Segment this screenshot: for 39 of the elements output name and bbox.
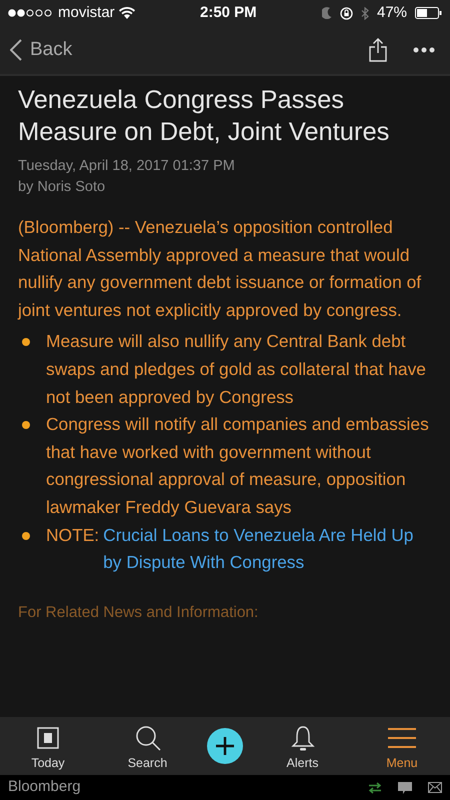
wifi-icon	[118, 7, 135, 19]
search-icon	[134, 724, 160, 751]
add-button[interactable]	[207, 728, 243, 764]
swap-arrows-icon	[368, 782, 382, 794]
rotation-lock-icon	[340, 6, 353, 20]
envelope-icon	[428, 782, 442, 793]
bullet-text: NOTE:	[46, 524, 100, 547]
battery-percent: 47%	[376, 2, 408, 23]
chevron-icon	[10, 39, 22, 61]
related-heading: For Related News and Information:	[18, 602, 260, 623]
tab-button[interactable]: Alerts	[262, 720, 342, 772]
share-button[interactable]	[368, 36, 388, 64]
article-paragraph: (Bloomberg) -- Venezuela’s opposition controlled National Assembly approved a measure that would nullify any government debt issuance or formation of joint ventures not explicitly approved by congress.	[18, 216, 422, 322]
battery-icon	[415, 7, 442, 19]
article-link[interactable]: Crucial Loans to Venezuela Are Held Up by Dispute With Congress	[103, 522, 432, 577]
bullet-text: Measure will also nullify any Central Bank debt swaps and pledges of gold as collateral that have not been approved by Congress	[46, 330, 427, 409]
menu-icon	[388, 728, 416, 748]
bullet-icon	[22, 421, 30, 430]
b-logo-icon	[37, 726, 59, 749]
more-icon	[413, 46, 435, 53]
plus-icon	[215, 736, 235, 756]
article-title: Venezuela Congress Passes Measure on Debt, Joint Ventures	[18, 85, 390, 148]
bluetooth-icon	[360, 6, 369, 20]
carrier-name: movistar	[58, 2, 115, 23]
article-byline: by Noris Soto	[18, 178, 106, 197]
share-icon	[369, 38, 387, 62]
bullet-icon	[22, 338, 30, 346]
moon-icon	[322, 7, 332, 19]
status-time: 2:50 PM	[200, 2, 257, 23]
bullet-text: Congress will notify all companies and embassies that have worked with government without congressional approval of measure, opposition lawmaker Freddy Guevara says	[46, 413, 430, 519]
bullet-icon	[22, 532, 30, 540]
tab-button[interactable]: Search	[108, 720, 188, 772]
tab-button[interactable]: Today	[8, 720, 88, 772]
chat-icon	[398, 782, 412, 794]
signal-icon	[8, 9, 54, 17]
bell-icon	[290, 724, 314, 751]
article-date: Tuesday, April 18, 2017 01:37 PM	[18, 157, 236, 176]
tab-button[interactable]: Menu	[362, 720, 442, 772]
brand-name: Bloomberg	[8, 777, 82, 798]
